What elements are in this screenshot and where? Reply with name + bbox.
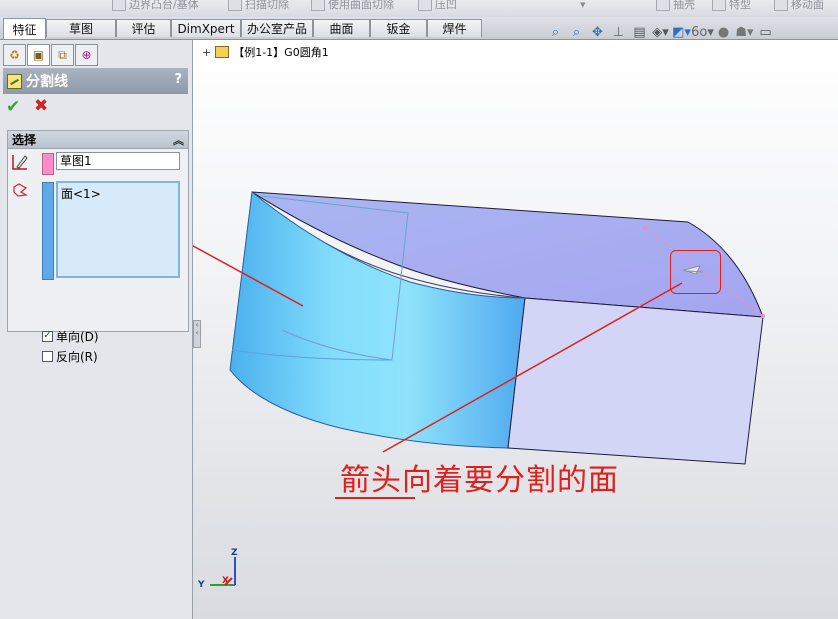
expand-tree-icon[interactable]: + — [202, 46, 211, 59]
view-orientation-icon[interactable]: ▤ — [630, 23, 649, 41]
reverse-direction-option[interactable]: 反向(R) — [42, 348, 98, 364]
tab-evaluate[interactable]: 评估 — [116, 19, 171, 37]
selection-group: 选择 ︽ 草图1 面<1> ✓ 单向(D) 反向(R) — [7, 130, 189, 364]
feature-tree-flyout[interactable]: + 【例1-1】G0圆角1 — [202, 44, 329, 60]
triad-y-label: Y — [198, 580, 205, 590]
pan-icon[interactable]: ✥ — [588, 23, 607, 41]
indent-command[interactable]: 压凹 — [418, 0, 457, 11]
command-toolbar: 边界凸台/基体 扫描切除 使用曲面切除 压凹 ▾ 抽壳 特型 移动面 — [0, 0, 838, 18]
shell-command[interactable]: 抽壳 — [656, 0, 695, 11]
move-face-command[interactable]: 移动面 — [774, 0, 824, 11]
indent-icon — [418, 0, 432, 11]
list-item[interactable]: 面<1> — [61, 185, 175, 202]
sketch-color-swatch — [42, 153, 54, 175]
selection-group-title[interactable]: 选择 ︽ — [8, 131, 188, 149]
triad-z-label: Z — [231, 548, 238, 558]
annotation-caption: 箭头向着要分割的面 — [340, 463, 619, 498]
move-face-icon — [774, 0, 788, 11]
ok-button[interactable]: ✔ — [6, 99, 20, 116]
property-manager-panel: ♻ ▣ ⧉ ⊕ 分割线 ? ✔ ✖ 选择 ︽ 草图1 面<1> ✓ 单向(D) — [0, 40, 193, 619]
face-selection-icon — [13, 183, 28, 197]
faces-to-split-list[interactable]: 面<1> — [56, 181, 180, 278]
tab-surfaces[interactable]: 曲面 — [313, 19, 370, 37]
single-direction-label: 单向(D) — [56, 329, 99, 344]
boss-base-icon — [112, 0, 126, 11]
sketch-pencil-icon — [12, 155, 28, 170]
triad-x-label: X — [222, 576, 229, 586]
tab-office-products[interactable]: 办公室产品 — [241, 19, 313, 37]
swept-cut-icon — [228, 0, 242, 11]
tab-weldments[interactable]: 焊件 — [427, 19, 482, 37]
dimxpert-manager-tab-icon[interactable]: ⊕ — [75, 44, 98, 66]
zoom-to-area-icon[interactable]: ⌕ — [567, 23, 586, 41]
single-direction-option[interactable]: ✓ 单向(D) — [42, 328, 99, 344]
view-settings-icon[interactable]: ☗▾ — [735, 23, 754, 41]
part-name: 【例1-1】G0圆角1 — [233, 46, 329, 59]
reverse-direction-label: 反向(R) — [56, 349, 98, 364]
hide-show-icon[interactable]: ◩▾ — [672, 23, 691, 41]
part-icon — [215, 46, 230, 58]
face-color-swatch — [42, 182, 54, 280]
configuration-manager-tab-icon[interactable]: ⧉ — [51, 44, 74, 66]
collapse-icon[interactable]: ︽ — [173, 132, 184, 148]
expand-arrow-icon[interactable]: ▾ — [580, 0, 586, 11]
split-line-icon — [7, 73, 22, 89]
tab-features[interactable]: 特征 — [3, 18, 46, 39]
freeform-icon — [712, 0, 726, 11]
swept-cut-command[interactable]: 扫描切除 — [228, 0, 289, 11]
feature-manager-tab-icon[interactable]: ♻ — [3, 44, 26, 66]
tab-dimxpert[interactable]: DimXpert — [171, 19, 241, 37]
surface-cut-command[interactable]: 使用曲面切除 — [311, 0, 394, 11]
single-direction-checkbox[interactable]: ✓ — [42, 330, 53, 342]
shell-icon — [656, 0, 670, 11]
edit-appearance-icon[interactable]: 6o▾ — [691, 23, 714, 41]
monitor-icon[interactable]: ▭ — [756, 23, 775, 41]
annotation-box-arrow — [670, 250, 721, 294]
tab-sketch[interactable]: 草图 — [46, 19, 116, 37]
graphics-area[interactable] — [193, 40, 838, 619]
panel-tabs: ♻ ▣ ⧉ ⊕ — [3, 44, 98, 66]
section-view-icon[interactable]: ⊥ — [609, 23, 628, 41]
display-style-icon[interactable]: ◈▾ — [651, 23, 670, 41]
freeform-command[interactable]: 特型 — [712, 0, 751, 11]
cancel-button[interactable]: ✖ — [34, 98, 48, 115]
help-icon[interactable]: ? — [174, 72, 182, 87]
property-manager-header: 分割线 ? — [3, 68, 188, 94]
panel-splitter-handle[interactable]: ‹ ‹ — [193, 320, 201, 348]
property-manager-title: 分割线 — [26, 74, 68, 90]
zoom-to-fit-icon[interactable]: ⌕ — [546, 23, 565, 41]
view-toolbar: ⌕ ⌕ ✥ ⊥ ▤ ◈▾ ◩▾ 6o▾ ● ☗▾ ▭ — [546, 22, 775, 42]
tab-sheet-metal[interactable]: 钣金 — [370, 19, 427, 37]
boss-base-command[interactable]: 边界凸台/基体 — [112, 0, 199, 11]
reverse-direction-checkbox[interactable] — [42, 350, 53, 362]
sketch-selection-field[interactable]: 草图1 — [56, 152, 180, 170]
scene-icon[interactable]: ● — [714, 23, 733, 41]
property-manager-tab-icon[interactable]: ▣ — [27, 44, 50, 66]
surface-cut-icon — [311, 0, 325, 11]
caption-underline — [335, 497, 415, 499]
